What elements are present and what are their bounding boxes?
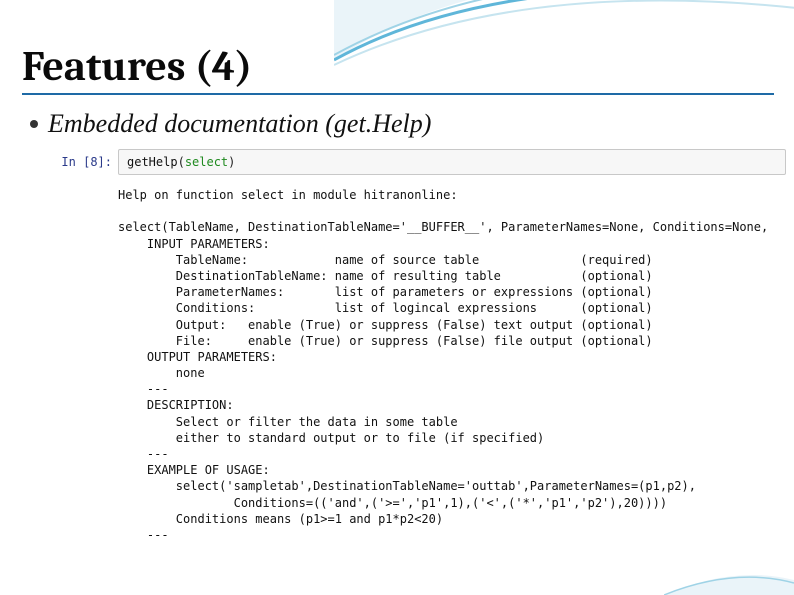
code-function: getHelp (127, 155, 178, 169)
bullet-text: Embedded documentation (get.Help) (48, 109, 431, 139)
notebook-prompt: In [8]: (56, 149, 118, 175)
notebook-output: Help on function select in module hitran… (118, 175, 786, 543)
notebook-code: getHelp(select) (118, 149, 786, 175)
code-argument: select (185, 155, 228, 169)
code-open-paren: ( (178, 155, 185, 169)
code-close-paren: ) (228, 155, 235, 169)
bullet-item: Embedded documentation (get.Help) (30, 109, 774, 139)
notebook-input-row: In [8]: getHelp(select) (56, 149, 786, 175)
notebook-cell: In [8]: getHelp(select) Help on function… (56, 149, 786, 543)
slide-title: Features (4) (22, 42, 774, 95)
bullet-marker-icon (30, 120, 38, 128)
slide: Features (4) Embedded documentation (get… (0, 0, 794, 595)
